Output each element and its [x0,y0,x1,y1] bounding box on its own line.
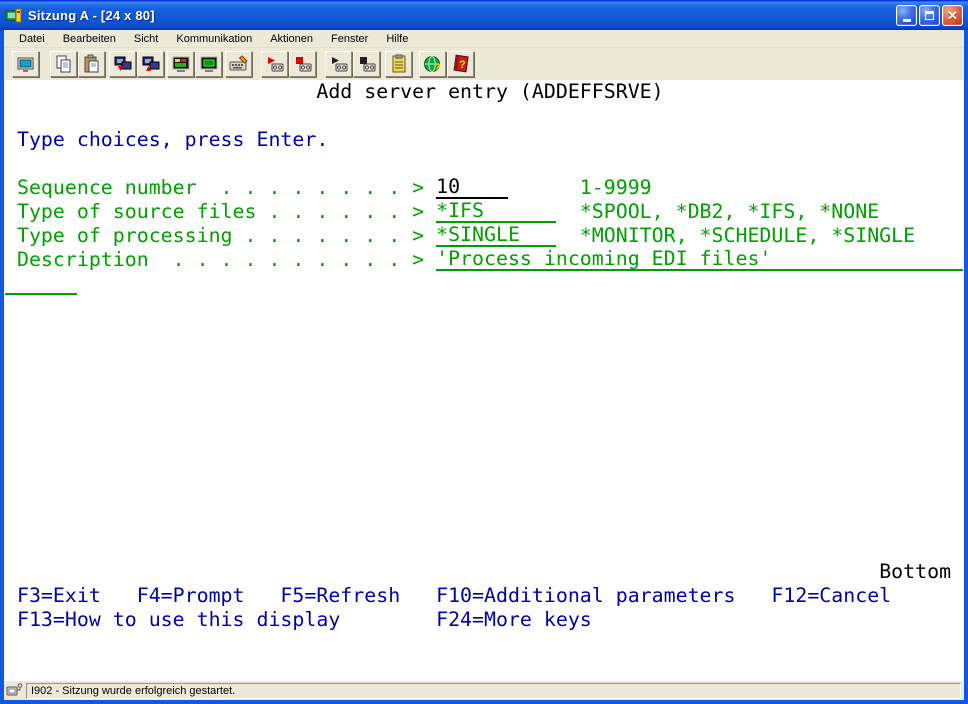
app-icon [5,7,23,25]
label-sequence-number: Sequence number . . . . . . . . > [17,176,424,200]
copy-button[interactable] [50,51,77,77]
display-setup-icon [199,54,219,74]
bottom-indicator: Bottom [879,560,951,584]
display-setup-button[interactable] [195,51,222,77]
color-setup-icon [171,54,191,74]
fkeys-line-1: F3=Exit F4=Prompt F5=Refresh F10=Additio… [17,584,891,608]
field-description-continuation[interactable] [5,272,77,295]
keyboard-setup-icon [229,54,249,74]
titlebar: Sitzung A - [24 x 80] ✕ [0,0,968,30]
menu-bar: DateiBearbeitenSichtKommunikationAktione… [4,30,964,48]
record-macro-icon [265,54,285,74]
stop-record-button[interactable] [289,51,316,77]
record-macro-button[interactable] [261,51,288,77]
play-macro-button[interactable] [325,51,352,77]
color-setup-button[interactable] [167,51,194,77]
terminal-rows: Add server entry (ADDEFFSRVE) Type choice… [5,80,964,680]
choices-sequence-number: 1-9999 [580,176,652,200]
svg-text:?: ? [459,59,466,71]
status-bar: I902 - Sitzung wurde erfolgreich gestart… [4,680,964,700]
send-file-button[interactable] [109,51,136,77]
toolbar-group [325,51,381,77]
terminal-screen[interactable]: Add server entry (ADDEFFSRVE) Type choice… [4,80,964,680]
receive-file-icon [141,54,161,74]
copy-icon [54,54,74,74]
toolbar-group: ?? [419,51,475,77]
window-body: DateiBearbeitenSichtKommunikationAktione… [0,30,968,704]
svg-text:?: ? [434,62,441,74]
keyboard-setup-button[interactable] [225,51,252,77]
toolbar-group [12,51,40,77]
minimize-button[interactable] [896,5,917,26]
emulator-window: Sitzung A - [24 x 80] ✕ DateiBearbeitenS… [0,0,968,704]
stop-record-icon [293,54,313,74]
menu-item-sicht[interactable]: Sicht [125,31,167,47]
field-source-files[interactable]: *IFS [436,200,556,223]
new-session-button[interactable] [12,51,39,77]
choices-processing: *MONITOR, *SCHEDULE, *SINGLE [580,224,915,248]
fkey-f13: F13=How to use this display [17,608,340,632]
help-icon: ? [451,54,471,74]
edit-macro-button[interactable] [385,51,412,77]
toolbar-group [385,51,413,77]
connection-status-icon [6,683,23,698]
toolbar-group [167,51,223,77]
toolbar-group [50,51,106,77]
menu-item-datei[interactable]: Datei [10,31,54,47]
field-description[interactable]: 'Process incoming EDI files' [436,248,963,271]
label-description: Description . . . . . . . . . . > [17,248,424,272]
label-processing: Type of processing . . . . . . . > [17,224,424,248]
menu-item-fenster[interactable]: Fenster [322,31,377,47]
label-source-files: Type of source files . . . . . . > [17,200,424,224]
stop-play-icon [357,54,377,74]
fkey-f24: F24=More keys [436,608,592,632]
toolbar-group [109,51,165,77]
menu-item-hilfe[interactable]: Hilfe [377,31,417,47]
stop-play-button[interactable] [353,51,380,77]
toolbar: ?? [4,48,964,80]
new-session-icon [16,54,36,74]
send-file-icon [113,54,133,74]
restore-icon [925,11,934,20]
web-support-button[interactable]: ? [419,51,446,77]
minimize-icon [903,19,911,22]
menu-item-bearbeiten[interactable]: Bearbeiten [54,31,125,47]
help-button[interactable]: ? [447,51,474,77]
window-title: Sitzung A - [24 x 80] [28,8,896,23]
instruction-text: Type choices, press Enter. [17,128,328,152]
edit-macro-icon [389,54,409,74]
web-support-icon: ? [423,54,443,74]
paste-button[interactable] [78,51,105,77]
choices-source-files: *SPOOL, *DB2, *IFS, *NONE [580,200,879,224]
toolbar-group [261,51,317,77]
paste-icon [82,54,102,74]
menu-item-aktionen[interactable]: Aktionen [261,31,322,47]
toolbar-group [225,51,253,77]
field-sequence-number[interactable]: 10 [436,176,508,199]
restore-button[interactable] [919,5,940,26]
status-message: I902 - Sitzung wurde erfolgreich gestart… [26,683,961,699]
play-macro-icon [329,54,349,74]
close-icon: ✕ [947,9,958,22]
field-processing[interactable]: *SINGLE [436,224,556,247]
screen-title: Add server entry (ADDEFFSRVE) [316,80,663,104]
menu-item-kommunikation[interactable]: Kommunikation [167,31,261,47]
receive-file-button[interactable] [137,51,164,77]
close-button[interactable]: ✕ [942,5,963,26]
